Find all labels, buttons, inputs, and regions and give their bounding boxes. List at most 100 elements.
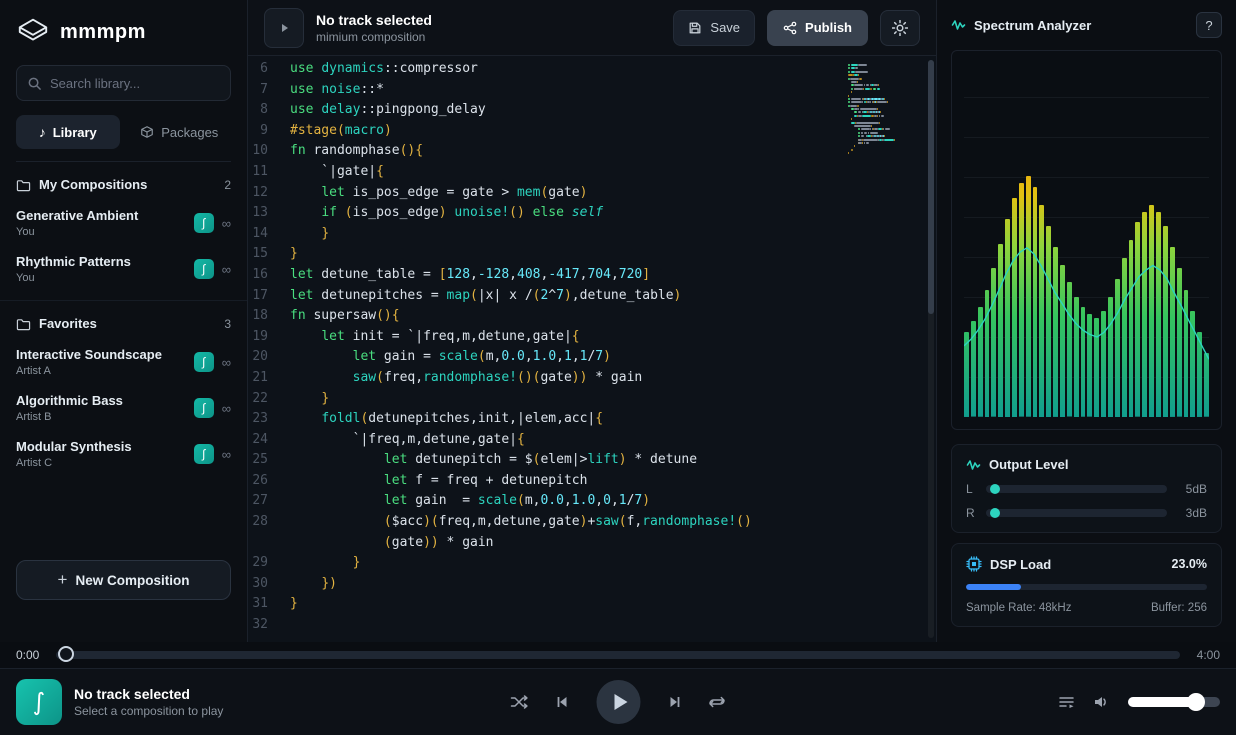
line-number: 30 [248, 574, 290, 595]
editor-scrollbar[interactable] [928, 60, 934, 638]
spectrum-header: Spectrum Analyzer ? [951, 12, 1222, 38]
line-number: 25 [248, 450, 290, 471]
section-title: Favorites [39, 316, 97, 331]
volume-knob[interactable] [1187, 693, 1205, 711]
minimap-line [848, 101, 918, 103]
line-number: 27 [248, 491, 290, 512]
composition-title: Interactive Soundscape [16, 347, 194, 362]
seek-bar[interactable] [56, 651, 1180, 659]
code-line: 7use noise::* [248, 80, 936, 101]
save-button[interactable]: Save [673, 10, 755, 46]
waveform-icon [966, 458, 981, 472]
line-number: 31 [248, 594, 290, 615]
code-line: 10fn randomphase(){ [248, 141, 936, 162]
transport-controls [511, 680, 726, 724]
cpu-icon [966, 556, 982, 572]
channel-label: L [966, 482, 976, 496]
line-number: 17 [248, 286, 290, 307]
play-button[interactable] [597, 680, 641, 724]
line-number: 22 [248, 389, 290, 410]
code-text: (gate)) * gain [290, 533, 494, 554]
code-text: let is_pos_edge = gate > mem(gate) [290, 183, 587, 204]
volume-fill [1128, 697, 1196, 707]
code-line: (gate)) * gain [248, 533, 936, 554]
code-line: 17let detunepitches = map(|x| x /(2^7),d… [248, 286, 936, 307]
next-track-button[interactable] [667, 694, 683, 710]
composition-item[interactable]: Algorithmic BassArtist B∫∞ [0, 385, 247, 431]
queue-button[interactable] [1058, 694, 1075, 710]
publish-button[interactable]: Publish [767, 10, 868, 46]
code-text: } [290, 224, 329, 245]
minimap-line [848, 125, 918, 127]
tab-library[interactable]: ♪ Library [16, 115, 120, 149]
minimap-line [848, 84, 918, 86]
line-number: 8 [248, 100, 290, 121]
help-button[interactable]: ? [1196, 12, 1222, 38]
code-line: 29 } [248, 553, 936, 574]
code-text: } [290, 553, 360, 574]
plus-icon: + [58, 570, 68, 590]
line-number [248, 533, 290, 554]
output-level-header: Output Level [966, 457, 1207, 472]
minimap-line [848, 105, 918, 107]
infinity-icon: ∞ [222, 262, 231, 277]
composition-meta: Interactive SoundscapeArtist A [16, 347, 194, 377]
minimap-line [848, 71, 918, 73]
minimap-line [848, 115, 918, 117]
composition-item[interactable]: Interactive SoundscapeArtist A∫∞ [0, 339, 247, 385]
composition-title: Algorithmic Bass [16, 393, 194, 408]
spectrum-curve [964, 63, 1209, 417]
code-line: 30 }) [248, 574, 936, 595]
minimap-line [848, 135, 918, 137]
code-text: use noise::* [290, 80, 384, 101]
right-panel: Spectrum Analyzer ? [936, 0, 1236, 642]
volume-button[interactable] [1093, 694, 1110, 710]
minimap-line [848, 111, 918, 113]
music-note-icon: ♪ [39, 124, 46, 140]
search-input[interactable] [50, 76, 220, 91]
editor-topbar: No track selected mimium composition Sav… [248, 0, 936, 56]
sidebar-tabs: ♪ Library Packages [16, 115, 231, 162]
minimap-line [848, 128, 918, 130]
player-right-controls [1058, 694, 1220, 710]
preview-play-button[interactable] [264, 8, 304, 48]
dsp-load-bar [966, 584, 1207, 590]
composition-item[interactable]: Generative AmbientYou∫∞ [0, 200, 247, 246]
minimap-line [848, 118, 918, 120]
previous-track-button[interactable] [555, 694, 571, 710]
level-value: 5dB [1177, 482, 1207, 496]
search-box[interactable] [16, 65, 231, 101]
repeat-button[interactable] [709, 694, 726, 710]
seek-knob[interactable] [58, 646, 74, 662]
composition-meta: Rhythmic PatternsYou [16, 254, 194, 284]
minimap-line [848, 142, 918, 144]
minimap-line [848, 122, 918, 124]
dsp-load-value: 23.0% [1172, 557, 1207, 571]
minimap-line [848, 81, 918, 83]
code-text: #stage(macro) [290, 121, 392, 142]
minimap[interactable] [848, 64, 918, 159]
folder-icon [16, 178, 31, 192]
line-number: 12 [248, 183, 290, 204]
code-text: } [290, 594, 298, 615]
editor-scrollbar-thumb[interactable] [928, 60, 934, 314]
code-text: let init = `|freq,m,detune,gate|{ [290, 327, 580, 348]
shuffle-button[interactable] [511, 694, 529, 710]
code-editor[interactable]: 6use dynamics::compressor7use noise::*8u… [248, 56, 936, 642]
code-text: let detune_table = [128,-128,408,-417,70… [290, 265, 650, 286]
composition-item[interactable]: Modular SynthesisArtist C∫∞ [0, 431, 247, 477]
settings-button[interactable] [880, 10, 920, 46]
code-line: 18fn supersaw(){ [248, 306, 936, 327]
level-row: L 5dB [966, 482, 1207, 496]
code-line: 15} [248, 244, 936, 265]
queue-icon [1058, 694, 1075, 710]
repeat-icon [709, 694, 726, 710]
level-track [986, 509, 1167, 517]
time-current: 0:00 [16, 648, 46, 662]
composition-item[interactable]: Rhythmic PatternsYou∫∞ [0, 246, 247, 292]
volume-slider[interactable] [1128, 697, 1220, 707]
next-icon [667, 694, 683, 710]
new-composition-button[interactable]: + New Composition [16, 560, 231, 600]
tab-packages[interactable]: Packages [128, 115, 232, 149]
now-playing-info: No track selected Select a composition t… [74, 686, 223, 718]
